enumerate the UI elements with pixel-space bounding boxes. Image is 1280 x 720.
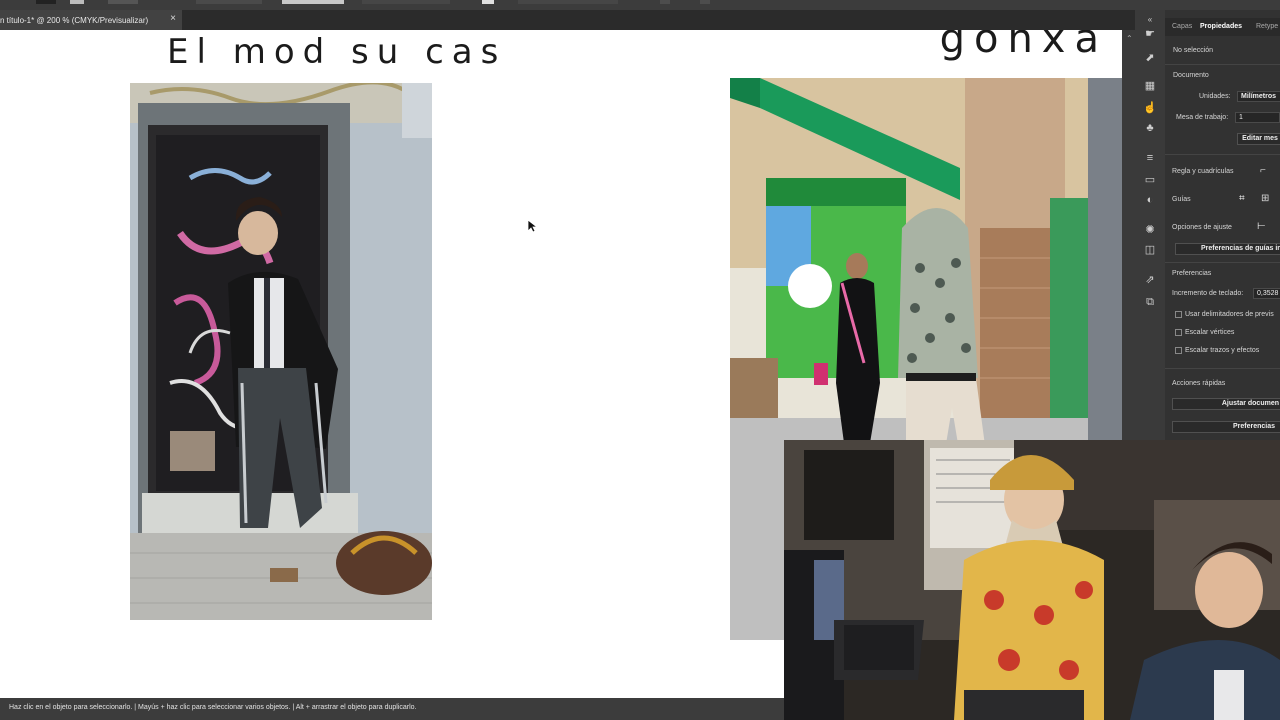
appearance-icon[interactable]: ◐	[1143, 194, 1157, 206]
no-selection-label: No selección	[1173, 47, 1214, 54]
divider	[1165, 262, 1280, 263]
mouse-cursor-icon	[527, 219, 539, 238]
status-bar: Haz clic en el objeto para seleccionarlo…	[0, 698, 784, 720]
close-tab-icon[interactable]: ×	[170, 13, 176, 24]
sun-icon[interactable]: ✺	[1143, 224, 1157, 236]
illustrator-window: n título-1* @ 200 % (CMYK/Previsualizar)…	[0, 0, 1280, 720]
arrange-icon[interactable]	[660, 0, 670, 4]
status-hint-text: Haz clic en el objeto para seleccionarlo…	[9, 704, 417, 711]
touch-icon[interactable]: ☝	[1143, 102, 1157, 114]
stroke-swatch[interactable]	[70, 0, 84, 4]
keyboard-increment-field[interactable]: 0,3528	[1253, 288, 1280, 299]
scale-corners-label: Escalar vértices	[1185, 329, 1235, 336]
quick-actions-heading: Acciones rápidas	[1172, 380, 1226, 387]
tab-retype[interactable]: Retype	[1256, 23, 1278, 30]
document-tab-title: n título-1* @ 200 % (CMYK/Previsualizar)	[0, 15, 149, 25]
guides-icon[interactable]: ⌗	[1239, 193, 1245, 204]
units-label: Unidades:	[1199, 93, 1231, 100]
edit-artboards-button[interactable]: Editar mes	[1237, 133, 1280, 145]
panel-tabs: Capas Propiedades Retype	[1165, 18, 1280, 36]
layers-icon[interactable]: ◫	[1143, 244, 1157, 256]
club-icon[interactable]: ♣	[1143, 122, 1157, 134]
preview-bounds-label: Usar delimitadores de previs	[1185, 311, 1274, 318]
scroll-up-icon[interactable]: ⌃	[1126, 34, 1133, 43]
align-icon[interactable]	[700, 0, 710, 4]
scale-corners-checkbox[interactable]	[1175, 329, 1182, 336]
tab-propiedades[interactable]: Propiedades	[1200, 23, 1242, 30]
collapse-panels-icon[interactable]: «	[1143, 14, 1157, 26]
preferences-heading: Preferencias	[1172, 270, 1212, 277]
guide-preferences-button[interactable]: Preferencias de guías int	[1175, 243, 1280, 255]
document-heading: Documento	[1173, 72, 1209, 79]
divider	[1165, 154, 1280, 155]
preview-bounds-checkbox[interactable]	[1175, 311, 1182, 318]
snap-options-label: Opciones de ajuste	[1172, 224, 1232, 231]
scale-strokes-checkbox[interactable]	[1175, 347, 1182, 354]
document-setup-field[interactable]	[518, 0, 618, 4]
preferences-button[interactable]: Preferencias	[1172, 421, 1280, 433]
document-tab[interactable]: n título-1* @ 200 % (CMYK/Previsualizar)…	[0, 10, 182, 30]
opacity-field[interactable]	[362, 0, 450, 4]
hand-icon[interactable]: ☛	[1143, 28, 1157, 40]
rulers-grids-label: Regla y cuadrículas	[1172, 168, 1234, 175]
guides-label: Guías	[1172, 196, 1191, 203]
snap-icon[interactable]: ⊢	[1257, 221, 1266, 232]
tab-capas[interactable]: Capas	[1172, 23, 1192, 30]
panel-icon-column: « ☛ ⬈ ▦ ☝ ♣ ≡ ▭ ◐ ✺ ◫ ⇗ ⧉	[1135, 10, 1165, 440]
scale-strokes-label: Escalar trazos y efectos	[1185, 347, 1260, 354]
menu-icon[interactable]: ≡	[1143, 152, 1157, 164]
artboard-select[interactable]: 1	[1235, 112, 1280, 123]
stroke-weight-field[interactable]	[108, 0, 138, 4]
document-tab-bar: n título-1* @ 200 % (CMYK/Previsualizar)…	[0, 10, 1135, 30]
keyboard-increment-label: Incremento de teclado:	[1172, 290, 1244, 297]
grid-icon[interactable]: ▦	[1143, 80, 1157, 92]
fit-document-button[interactable]: Ajustar documen	[1172, 398, 1280, 410]
style-swatch[interactable]	[482, 0, 494, 4]
control-bar	[0, 0, 1280, 10]
artboard-brand-text[interactable]: gonxa	[940, 30, 1108, 62]
gradient-icon[interactable]: ▭	[1143, 174, 1157, 186]
properties-panel: Capas Propiedades Retype No selección Do…	[1165, 10, 1280, 440]
artboard-title-text[interactable]: El mod su cas	[167, 32, 506, 72]
divider	[1165, 368, 1280, 369]
webcam-overlay	[784, 440, 1280, 720]
brush-field[interactable]	[282, 0, 344, 4]
link-icon[interactable]: ⇗	[1143, 274, 1157, 286]
smart-guides-icon[interactable]: ⊞	[1261, 193, 1269, 204]
units-select[interactable]: Milímetros	[1237, 91, 1280, 102]
ruler-icon[interactable]: ⌐	[1260, 165, 1266, 176]
artboards-icon[interactable]: ⧉	[1143, 296, 1157, 308]
fill-swatch[interactable]	[36, 0, 56, 4]
divider	[1165, 64, 1280, 65]
artboard-label: Mesa de trabajo:	[1176, 114, 1229, 121]
export-icon[interactable]: ⬈	[1143, 52, 1157, 64]
variable-width-field[interactable]	[196, 0, 262, 4]
photo-graffiti-door[interactable]	[130, 83, 432, 620]
